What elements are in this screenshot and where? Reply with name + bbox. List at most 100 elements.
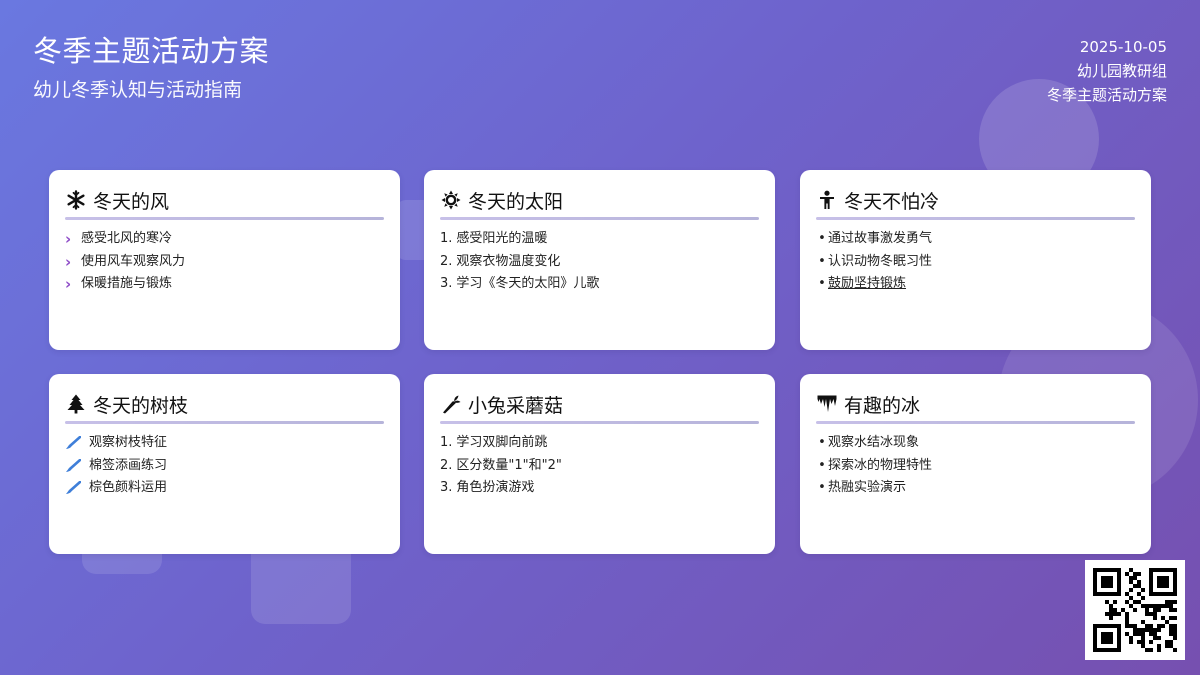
qr-module (1113, 648, 1117, 652)
qr-module (1149, 572, 1153, 576)
qr-module (1133, 628, 1137, 632)
qr-module (1129, 640, 1133, 644)
card-divider (65, 421, 384, 424)
list-item-link[interactable]: 鼓励坚持锻炼 (828, 273, 906, 296)
chevron-right-icon: › (65, 230, 72, 248)
qr-module (1145, 604, 1149, 608)
qr-module (1149, 640, 1153, 644)
qr-module (1165, 640, 1169, 644)
qr-module (1173, 568, 1177, 572)
list-item: • 认识动物冬眠习性 (816, 251, 1135, 274)
qr-module (1157, 648, 1161, 652)
list-item: 2. 区分数量"1"和"2" (440, 455, 759, 478)
qr-module (1105, 576, 1109, 580)
list-number: 1. (440, 231, 453, 246)
qr-module (1141, 604, 1145, 608)
qr-module (1109, 608, 1113, 612)
qr-module (1133, 632, 1137, 636)
qr-module (1141, 636, 1145, 640)
topic-card-branches: 冬天的树枝 观察树枝特征 棉签添画练习 棕色颜料运用 (49, 374, 400, 554)
bullet: • (818, 276, 826, 291)
list-item: › 使用风车观察风力 (65, 251, 384, 274)
qr-module (1173, 580, 1177, 584)
header-left: 冬季主题活动方案 幼儿冬季认知与活动指南 (33, 33, 269, 103)
qr-module (1153, 568, 1157, 572)
qr-module (1105, 592, 1109, 596)
qr-module (1121, 608, 1125, 612)
card-title: 冬天的太阳 (468, 190, 564, 213)
qr-module (1101, 640, 1105, 644)
qr-module (1125, 624, 1129, 628)
qr-module (1169, 644, 1173, 648)
qr-module (1117, 612, 1121, 616)
qr-module (1113, 612, 1117, 616)
qr-module (1109, 648, 1113, 652)
list-item-text: 观察水结冰现象 (828, 435, 920, 450)
qr-module (1129, 580, 1133, 584)
qr-module (1117, 624, 1121, 628)
qr-module (1165, 580, 1169, 584)
qr-module (1125, 592, 1129, 596)
qr-module (1101, 648, 1105, 652)
qr-module (1149, 612, 1153, 616)
page-title: 冬季主题活动方案 (33, 34, 270, 68)
qr-module (1149, 580, 1153, 584)
qr-module (1153, 628, 1157, 632)
list-item: • 热融实验演示 (816, 477, 1135, 500)
list-item: 棕色颜料运用 (65, 477, 384, 500)
qr-module (1141, 640, 1145, 644)
qr-module (1137, 628, 1141, 632)
qr-module (1169, 604, 1173, 608)
qr-module (1141, 628, 1145, 632)
card-divider (440, 217, 759, 220)
bullet: • (818, 457, 826, 473)
qr-module (1105, 632, 1109, 636)
qr-module (1173, 576, 1177, 580)
qr-module (1173, 572, 1177, 576)
qr-module (1117, 636, 1121, 640)
qr-module (1153, 604, 1157, 608)
qr-module (1097, 592, 1101, 596)
qr-module (1161, 568, 1165, 572)
qr-module (1125, 632, 1129, 636)
qr-module (1173, 632, 1177, 636)
qr-module (1169, 592, 1173, 596)
qr-module (1137, 632, 1141, 636)
qr-module (1173, 648, 1177, 652)
qr-module (1137, 572, 1141, 576)
topic-card-brave-cold: 冬天不怕冷 • 通过故事激发勇气 • 认识动物冬眠习性 • 鼓励坚持锻炼 (800, 170, 1151, 350)
qr-module (1149, 588, 1153, 592)
qr-code-icon[interactable] (1085, 560, 1185, 660)
qr-module (1117, 576, 1121, 580)
qr-module (1145, 608, 1149, 612)
qr-module (1161, 624, 1165, 628)
qr-module (1129, 636, 1133, 640)
qr-module (1169, 608, 1173, 612)
list-item-text: 学习《冬天的太阳》儿歌 (456, 276, 600, 291)
qr-module (1093, 588, 1097, 592)
qr-module (1141, 644, 1145, 648)
qr-module (1117, 588, 1121, 592)
qr-module (1133, 608, 1137, 612)
qr-module (1117, 584, 1121, 588)
qr-module (1117, 648, 1121, 652)
qr-module (1125, 572, 1129, 576)
qr-module (1109, 640, 1113, 644)
activity-list: › 感受北风的寒冷 › 使用风车观察风力 › 保暖措施与锻炼 (65, 228, 384, 296)
qr-module (1093, 644, 1097, 648)
qr-module (1173, 628, 1177, 632)
list-item-text: 热融实验演示 (828, 480, 907, 495)
qr-module (1145, 628, 1149, 632)
qr-module (1165, 576, 1169, 580)
qr-module (1153, 592, 1157, 596)
list-item-text: 区分数量"1"和"2" (456, 457, 562, 473)
qr-module (1153, 616, 1157, 620)
list-item-text: 观察树枝特征 (89, 435, 168, 450)
qr-module (1173, 608, 1177, 612)
topic-card-rabbit: 小兔采蘑菇 1. 学习双脚向前跳 2. 区分数量"1"和"2" 3. 角色扮演游戏 (424, 374, 775, 554)
header-meta: 2025-10-05 幼儿园教研组 冬季主题活动方案 (1047, 35, 1167, 107)
qr-module (1101, 568, 1105, 572)
qr-module (1149, 648, 1153, 652)
activity-list: • 观察水结冰现象 • 探索冰的物理特性 • 热融实验演示 (816, 432, 1135, 500)
qr-module (1129, 624, 1133, 628)
